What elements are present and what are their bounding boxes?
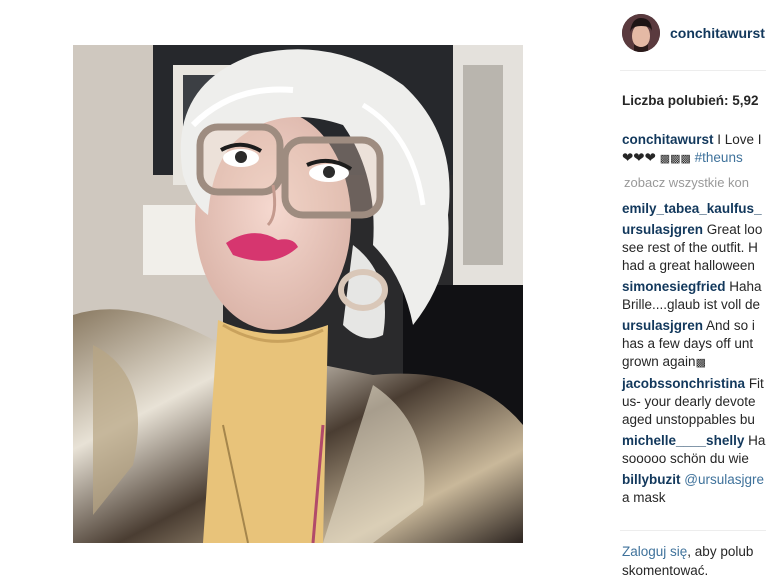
comment-text: Ha	[748, 433, 766, 448]
comment-username[interactable]: jacobssonchristina	[622, 376, 745, 391]
caption-hearts: ❤❤❤	[622, 150, 656, 165]
photo-image	[73, 45, 523, 543]
comment-mention[interactable]: @ursulasjgre	[684, 472, 764, 487]
footer-divider	[620, 530, 766, 531]
caption-text: I Love I	[717, 132, 762, 147]
comment-text: sooooo schön du wie	[622, 451, 749, 466]
comment-list: emily_tabea_kaulfus_ ursulasjgren Great …	[622, 200, 766, 510]
comment-item: michelle____shelly Ha sooooo schön du wi…	[622, 432, 766, 468]
see-all-comments-link[interactable]: zobacz wszystkie kon	[624, 175, 749, 190]
likes-count[interactable]: Liczba polubień: 5,92	[622, 93, 759, 108]
post-caption: conchitawurst I Love I ❤❤❤ ▩▩▩ #theuns	[622, 131, 766, 168]
emoji-icon: ▩	[695, 357, 706, 369]
post-header: conchitawurst	[620, 12, 766, 54]
header-divider	[620, 70, 766, 71]
comment-text: has a few days off unt	[622, 336, 754, 351]
login-prompt-text-2: skomentować.	[622, 563, 709, 575]
comment-text: Fit	[748, 376, 764, 391]
post-sidebar: conchitawurst Liczba polubień: 5,92 conc…	[620, 0, 766, 575]
comment-username[interactable]: emily_tabea_kaulfus_	[622, 201, 762, 216]
comment-item: ursulasjgren Great loo see rest of the o…	[622, 221, 766, 275]
login-link[interactable]: Zaloguj się	[622, 544, 687, 559]
caption-hashtag[interactable]: #theuns	[695, 150, 743, 165]
avatar-image	[622, 14, 660, 52]
comment-username[interactable]: billybuzit	[622, 472, 681, 487]
caption-emoji-icon: ▩▩▩	[659, 153, 691, 165]
comment-text: Brille....glaub ist voll de	[622, 297, 761, 312]
comment-item: ursulasjgren And so i has a few days off…	[622, 317, 766, 372]
comment-text: Great loo	[706, 222, 763, 237]
comment-text: Haha	[729, 279, 762, 294]
avatar[interactable]	[622, 14, 660, 52]
comment-item: jacobssonchristina Fit us- your dearly d…	[622, 375, 766, 429]
comment-text: us- your dearly devote	[622, 394, 756, 409]
comment-text: had a great halloween	[622, 258, 755, 273]
comment-username[interactable]: michelle____shelly	[622, 433, 744, 448]
login-prompt-text: , aby polub	[687, 544, 754, 559]
comment-username[interactable]: ursulasjgren	[622, 222, 703, 237]
post-username[interactable]: conchitawurst	[670, 25, 765, 41]
comment-text: aged unstoppables bu	[622, 412, 755, 427]
comment-text: grown again	[622, 354, 696, 369]
comment-username[interactable]: simonesiegfried	[622, 279, 726, 294]
login-prompt: Zaloguj się, aby polub skomentować.	[622, 542, 753, 575]
comment-text: And so i	[706, 318, 755, 333]
post-photo[interactable]	[73, 45, 523, 543]
comment-item: emily_tabea_kaulfus_	[622, 200, 766, 218]
comment-item: billybuzit @ursulasjgre a mask	[622, 471, 766, 507]
comment-text: see rest of the outfit. H	[622, 240, 758, 255]
caption-username[interactable]: conchitawurst	[622, 132, 714, 147]
comment-text: a mask	[622, 490, 666, 505]
comment-item: simonesiegfried Haha Brille....glaub ist…	[622, 278, 766, 314]
comment-username[interactable]: ursulasjgren	[622, 318, 703, 333]
